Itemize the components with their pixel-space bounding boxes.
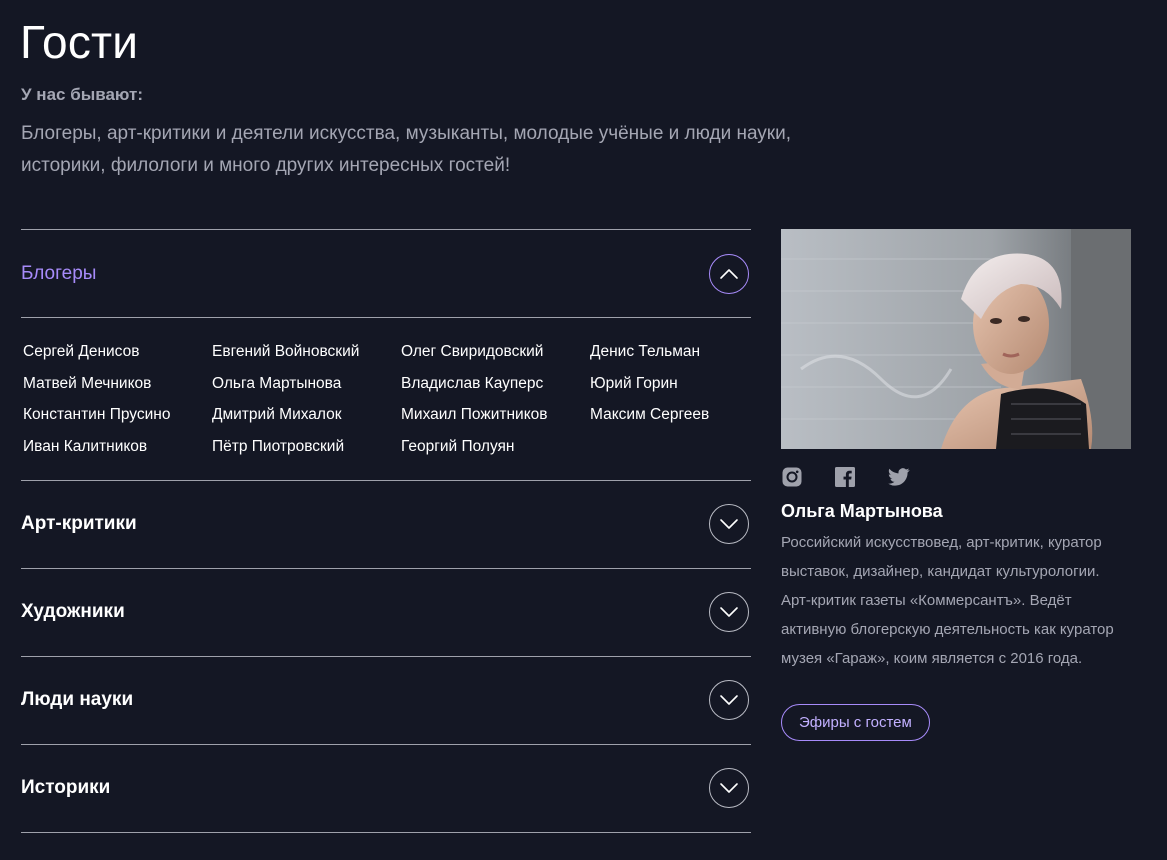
intro-label: У нас бывают: [21, 85, 143, 104]
category-historians-header[interactable]: Историки [21, 745, 751, 832]
category-art-critics-header[interactable]: Арт-критики [21, 481, 751, 568]
list-item[interactable]: Владислав Кауперс [401, 373, 590, 395]
category-historians: Историки [21, 743, 751, 833]
category-art-critics: Арт-критики [21, 479, 751, 568]
bloggers-list: Сергей Денисов Евгений Войновский Олег С… [21, 317, 751, 480]
list-item[interactable]: Матвей Мечников [23, 373, 212, 395]
category-title: Художники [21, 601, 125, 622]
list-item[interactable]: Михаил Пожитников [401, 404, 590, 426]
guest-card: Ольга Мартынова Российский искусствовед,… [781, 229, 1131, 741]
list-item[interactable]: Дмитрий Михалок [212, 404, 401, 426]
guest-categories-accordion: Блогеры Сергей Денисов Евгений Войновски… [21, 229, 751, 833]
guest-name: Ольга Мартынова [781, 501, 943, 521]
chevron-down-icon[interactable] [709, 680, 749, 720]
facebook-icon[interactable] [835, 466, 855, 487]
intro-text: Блогеры, арт-критики и деятели искусства… [21, 123, 792, 176]
category-bloggers: Блогеры Сергей Денисов Евгений Войновски… [21, 229, 751, 480]
chevron-up-icon[interactable] [709, 253, 749, 294]
list-item[interactable]: Ольга Мартынова [212, 373, 401, 395]
list-item[interactable]: Денис Тельман [590, 341, 750, 363]
category-bloggers-header[interactable]: Блогеры [21, 230, 751, 317]
list-item[interactable]: Юрий Горин [590, 373, 750, 395]
category-scientists: Люди науки [21, 655, 751, 744]
category-title: Люди науки [21, 689, 134, 710]
list-item[interactable]: Пётр Пиотровский [212, 436, 401, 458]
chevron-down-icon[interactable] [709, 768, 749, 808]
category-artists-header[interactable]: Художники [21, 569, 751, 656]
chevron-down-icon[interactable] [709, 504, 749, 544]
list-item[interactable]: Сергей Денисов [23, 341, 212, 363]
list-item[interactable]: Евгений Войновский [212, 341, 401, 363]
category-title: Блогеры [21, 262, 97, 284]
guest-photo [781, 229, 1131, 449]
category-title: Арт-критики [21, 513, 137, 534]
category-artists: Художники [21, 567, 751, 656]
guest-social-links [782, 466, 1131, 487]
list-item[interactable]: Олег Свиридовский [401, 341, 590, 363]
category-scientists-header[interactable]: Люди науки [21, 657, 751, 744]
list-item[interactable]: Константин Прусино [23, 404, 212, 426]
chevron-down-icon[interactable] [709, 592, 749, 632]
page-title: Гости [20, 16, 139, 68]
instagram-icon[interactable] [782, 467, 802, 487]
list-item[interactable]: Максим Сергеев [590, 404, 750, 426]
category-title: Историки [21, 777, 111, 798]
guest-broadcasts-button[interactable]: Эфиры с гостем [781, 704, 930, 741]
twitter-icon[interactable] [888, 467, 910, 486]
list-item[interactable]: Иван Калитников [23, 436, 212, 458]
list-item[interactable]: Георгий Полуян [401, 436, 590, 458]
guest-bio: Российский искусствовед, арт-критик, кур… [781, 534, 1114, 667]
